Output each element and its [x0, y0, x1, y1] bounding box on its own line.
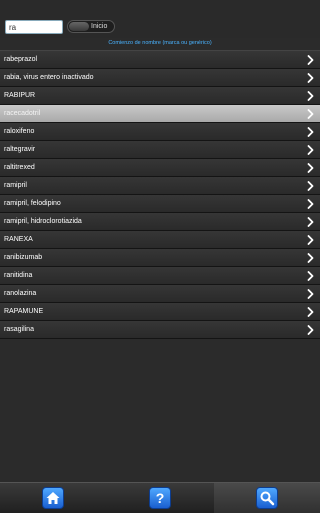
list-item-label: ranibizumab — [4, 254, 43, 261]
chevron-right-icon — [307, 199, 314, 209]
list-item[interactable]: raltitrexed — [0, 159, 320, 177]
inicio-toggle[interactable]: Inicio — [67, 20, 115, 33]
chevron-right-icon — [307, 91, 314, 101]
list-item-label: ramipril — [4, 182, 27, 189]
bottom-toolbar: ? — [0, 482, 320, 513]
home-icon — [46, 492, 60, 504]
list-item-label: raloxifeno — [4, 128, 35, 135]
search-input[interactable] — [5, 20, 63, 34]
list-item-label: ranitidina — [4, 272, 33, 279]
list-item[interactable]: RAPAMUNE — [0, 303, 320, 321]
search-button[interactable] — [256, 487, 278, 509]
list-item-label: RAPAMUNE — [4, 308, 44, 315]
list-item[interactable]: RABIPUR — [0, 87, 320, 105]
chevron-right-icon — [307, 289, 314, 299]
list-item[interactable]: rabia, virus entero inactivado — [0, 69, 320, 87]
chevron-right-icon — [307, 163, 314, 173]
list-item-label: ranolazina — [4, 290, 37, 297]
search-hint: Comienzo de nombre (marca ou genérico) — [108, 40, 212, 46]
chevron-right-icon — [307, 55, 314, 65]
chevron-right-icon — [307, 253, 314, 263]
svg-text:?: ? — [156, 490, 165, 506]
list-item[interactable]: ranibizumab — [0, 249, 320, 267]
chevron-right-icon — [307, 73, 314, 83]
top-bar: Inicio — [0, 0, 320, 38]
chevron-right-icon — [307, 325, 314, 335]
search-icon — [260, 491, 275, 506]
chevron-right-icon — [307, 181, 314, 191]
list-item-label: rasagilina — [4, 326, 34, 333]
chevron-right-icon — [307, 235, 314, 245]
toggle-label: Inicio — [91, 23, 108, 30]
list-item[interactable]: rabeprazol — [0, 51, 320, 69]
list-item-label: rabia, virus entero inactivado — [4, 74, 94, 81]
chevron-right-icon — [307, 145, 314, 155]
list-item-label: RANEXA — [4, 236, 33, 243]
help-button[interactable]: ? — [149, 487, 171, 509]
chevron-right-icon — [307, 109, 314, 119]
list-item-label: ramipril, hidroclorotiazida — [4, 218, 82, 225]
list-item[interactable]: ramipril, felodipino — [0, 195, 320, 213]
list-item-label: racecadotril — [4, 110, 41, 117]
tab-search[interactable] — [214, 483, 320, 513]
help-icon: ? — [156, 490, 165, 506]
results-list: rabeprazol rabia, virus entero inactivado… — [0, 50, 320, 339]
list-item-label: rabeprazol — [4, 56, 38, 63]
list-item-label: RABIPUR — [4, 92, 36, 99]
list-item-label: raltegravir — [4, 146, 36, 153]
chevron-right-icon — [307, 127, 314, 137]
list-item[interactable]: ramipril, hidroclorotiazida — [0, 213, 320, 231]
home-button[interactable] — [42, 487, 64, 509]
list-item[interactable]: ranitidina — [0, 267, 320, 285]
list-item[interactable]: ramipril — [0, 177, 320, 195]
chevron-right-icon — [307, 217, 314, 227]
tab-home[interactable] — [0, 483, 106, 513]
list-item-label: raltitrexed — [4, 164, 35, 171]
list-item[interactable]: ranolazina — [0, 285, 320, 303]
list-item[interactable]: RANEXA — [0, 231, 320, 249]
chevron-right-icon — [307, 307, 314, 317]
list-item-label: ramipril, felodipino — [4, 200, 61, 207]
list-item[interactable]: rasagilina — [0, 321, 320, 339]
list-item[interactable]: racecadotril — [0, 105, 320, 123]
list-item[interactable]: raloxifeno — [0, 123, 320, 141]
tab-help[interactable]: ? — [107, 483, 213, 513]
list-item[interactable]: raltegravir — [0, 141, 320, 159]
chevron-right-icon — [307, 271, 314, 281]
toggle-knob — [69, 22, 89, 31]
